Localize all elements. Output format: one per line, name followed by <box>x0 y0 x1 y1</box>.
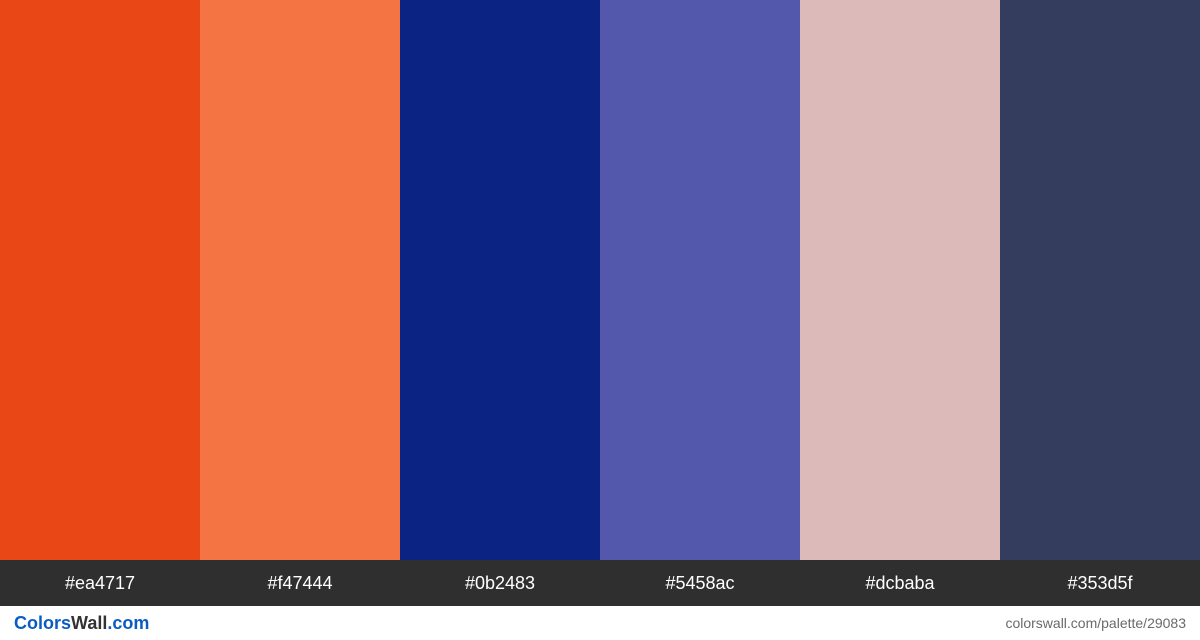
hex-label: #f47444 <box>200 560 400 606</box>
color-swatch <box>1000 0 1200 560</box>
color-swatch <box>0 0 200 560</box>
brand-part2: Wall <box>71 613 107 633</box>
hex-label: #dcbaba <box>800 560 1000 606</box>
brand-part1: Colors <box>14 613 71 633</box>
hex-label: #ea4717 <box>0 560 200 606</box>
hex-label: #353d5f <box>1000 560 1200 606</box>
swatches-row <box>0 0 1200 560</box>
color-swatch <box>600 0 800 560</box>
color-swatch <box>200 0 400 560</box>
color-swatch <box>800 0 1000 560</box>
brand-logo: ColorsWall.com <box>14 613 149 634</box>
footer: ColorsWall.com colorswall.com/palette/29… <box>0 606 1200 640</box>
hex-labels-row: #ea4717 #f47444 #0b2483 #5458ac #dcbaba … <box>0 560 1200 606</box>
brand-suffix: .com <box>107 613 149 633</box>
hex-label: #5458ac <box>600 560 800 606</box>
palette-permalink: colorswall.com/palette/29083 <box>1005 615 1186 631</box>
color-swatch <box>400 0 600 560</box>
hex-label: #0b2483 <box>400 560 600 606</box>
palette-container: #ea4717 #f47444 #0b2483 #5458ac #dcbaba … <box>0 0 1200 640</box>
